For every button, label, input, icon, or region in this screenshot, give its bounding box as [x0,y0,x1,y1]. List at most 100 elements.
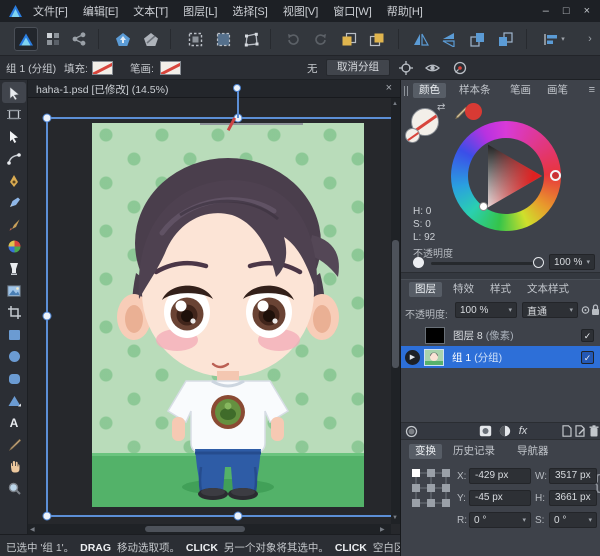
tab-stroke[interactable]: 笔画 [504,83,537,98]
anchor-point-selector[interactable] [411,468,451,508]
marquee-select-button[interactable] [183,27,207,51]
close-button[interactable]: × [584,5,590,17]
crop-tool[interactable] [2,302,26,323]
x-field[interactable]: -429 px [469,468,531,484]
menu-text[interactable]: 文本[T] [133,3,168,19]
tab-brushes[interactable]: 画笔 [541,83,574,98]
node-tool[interactable] [2,126,26,147]
layer-thumbnail[interactable] [425,327,445,344]
document-close-icon[interactable]: × [386,82,392,94]
tab-styles[interactable]: 样式 [484,282,517,297]
canvas-area[interactable]: ▲ ▼ ◀ ▶ [28,98,400,534]
flip-vertical-button[interactable] [437,27,461,51]
minimize-button[interactable]: – [543,5,549,17]
menu-view[interactable]: 视图[V] [283,3,318,19]
edit-all-layers-icon[interactable] [405,424,419,438]
layer-visibility-checkbox[interactable]: ✓ [581,351,594,364]
export-persona-button[interactable] [67,27,91,51]
add-layer-icon[interactable] [560,424,574,438]
shape-tool[interactable] [2,390,26,411]
tab-layers[interactable]: 图层 [409,282,442,297]
insert-inside-button[interactable] [111,27,135,51]
vertical-scroll-thumb[interactable] [392,240,399,368]
tab-swatches[interactable]: 样本条 [453,83,497,98]
duplicate-back-button[interactable] [337,27,361,51]
selection-bottom-edge[interactable] [46,515,400,517]
opacity-slider-track[interactable] [431,262,533,265]
selection-handle-bottom-center[interactable] [234,512,243,521]
menu-layer[interactable]: 图层[L] [183,3,217,19]
delete-layer-icon[interactable] [587,424,600,438]
selection-top-edge[interactable] [46,117,400,119]
text-tool[interactable]: A [2,412,26,433]
selection-handle-left-center[interactable] [43,312,52,321]
rotate-ccw-button[interactable] [281,27,305,51]
move-to-snap-button[interactable] [398,60,414,76]
tab-effects[interactable]: 特效 [447,282,480,297]
opacity-slider-handle[interactable] [533,257,544,268]
stroke-swatch-none[interactable] [160,61,181,75]
scroll-right-icon[interactable]: ▶ [380,526,385,534]
tab-history[interactable]: 历史记录 [447,444,501,459]
color-picker-tool[interactable] [2,434,26,455]
duplicate-front-button[interactable] [365,27,389,51]
swap-colors-icon[interactable]: ⇄ [437,102,445,113]
panel-collapse-icon[interactable] [404,86,408,96]
snapping-button[interactable] [452,60,468,76]
blend-options-icon[interactable] [581,304,590,316]
place-image-tool[interactable] [2,280,26,301]
select-all-button[interactable] [211,27,235,51]
layer-row-pixel[interactable]: 图层 8 (像素) ✓ [401,324,600,346]
shear-dropdown[interactable]: 0 °▾ [549,512,597,528]
scroll-up-icon[interactable]: ▲ [392,100,398,108]
layer-row-group[interactable]: ▶ 组 1 (分组) ✓ [401,346,600,368]
hue-selector[interactable] [550,170,561,181]
layers-opacity-dropdown[interactable]: 100 %▾ [455,302,517,318]
move-tool[interactable] [2,82,26,103]
rounded-rectangle-tool[interactable] [2,368,26,389]
picked-color-swatch[interactable] [465,103,482,120]
pen-tool[interactable] [2,170,26,191]
toolbar-overflow-button[interactable]: › [582,27,598,51]
add-pixel-layer-icon[interactable] [574,424,588,438]
tab-transform[interactable]: 变换 [409,444,442,459]
pixel-persona-button[interactable] [41,27,65,51]
mask-layer-icon[interactable] [479,424,493,438]
alignment-dropdown[interactable]: ▾ [538,27,570,51]
vector-brush-tool[interactable] [2,214,26,235]
designer-persona-button[interactable] [14,27,38,51]
stroke-color-well[interactable] [405,128,420,143]
scroll-down-icon[interactable]: ▼ [392,514,398,522]
ellipse-tool[interactable] [2,346,26,367]
layer-effects-button[interactable]: fx [516,424,530,438]
expand-group-icon[interactable]: ▶ [405,350,420,365]
menu-edit[interactable]: 编辑[E] [83,3,118,19]
transform-selection-button[interactable] [239,27,263,51]
tab-color[interactable]: 颜色 [413,83,446,98]
move-forward-button[interactable] [465,27,489,51]
opacity-value-dropdown[interactable]: 100 %▾ [549,254,595,270]
y-field[interactable]: -45 px [469,490,531,506]
tab-text-styles[interactable]: 文本样式 [521,282,575,297]
opacity-slider-start[interactable] [413,257,424,268]
ungroup-button[interactable]: 取消分组 [326,59,390,76]
scroll-left-icon[interactable]: ◀ [30,526,35,534]
show-hide-button[interactable] [424,60,440,76]
document-image[interactable] [92,123,364,507]
horizontal-scrollbar[interactable]: ◀ ▶ [28,524,391,534]
document-tab[interactable]: haha-1.psd [已修改] (14.5%) [36,82,168,97]
pencil-tool[interactable] [2,192,26,213]
color-wheel-tool[interactable] [2,236,26,257]
insert-behind-button[interactable] [139,27,163,51]
h-field[interactable]: 3661 px [549,490,597,506]
tab-navigator[interactable]: 导航器 [511,444,555,459]
horizontal-scroll-thumb[interactable] [145,526,245,532]
layer-visibility-checkbox[interactable]: ✓ [581,329,594,342]
menu-help[interactable]: 帮助[H] [387,3,423,19]
corner-tool[interactable] [2,148,26,169]
rotation-dropdown[interactable]: 0 °▾ [469,512,531,528]
menu-file[interactable]: 文件[F] [33,3,68,19]
lock-icon[interactable] [591,303,600,316]
fill-swatch-none[interactable] [92,61,113,75]
blend-mode-dropdown[interactable]: 直通▾ [522,302,578,318]
